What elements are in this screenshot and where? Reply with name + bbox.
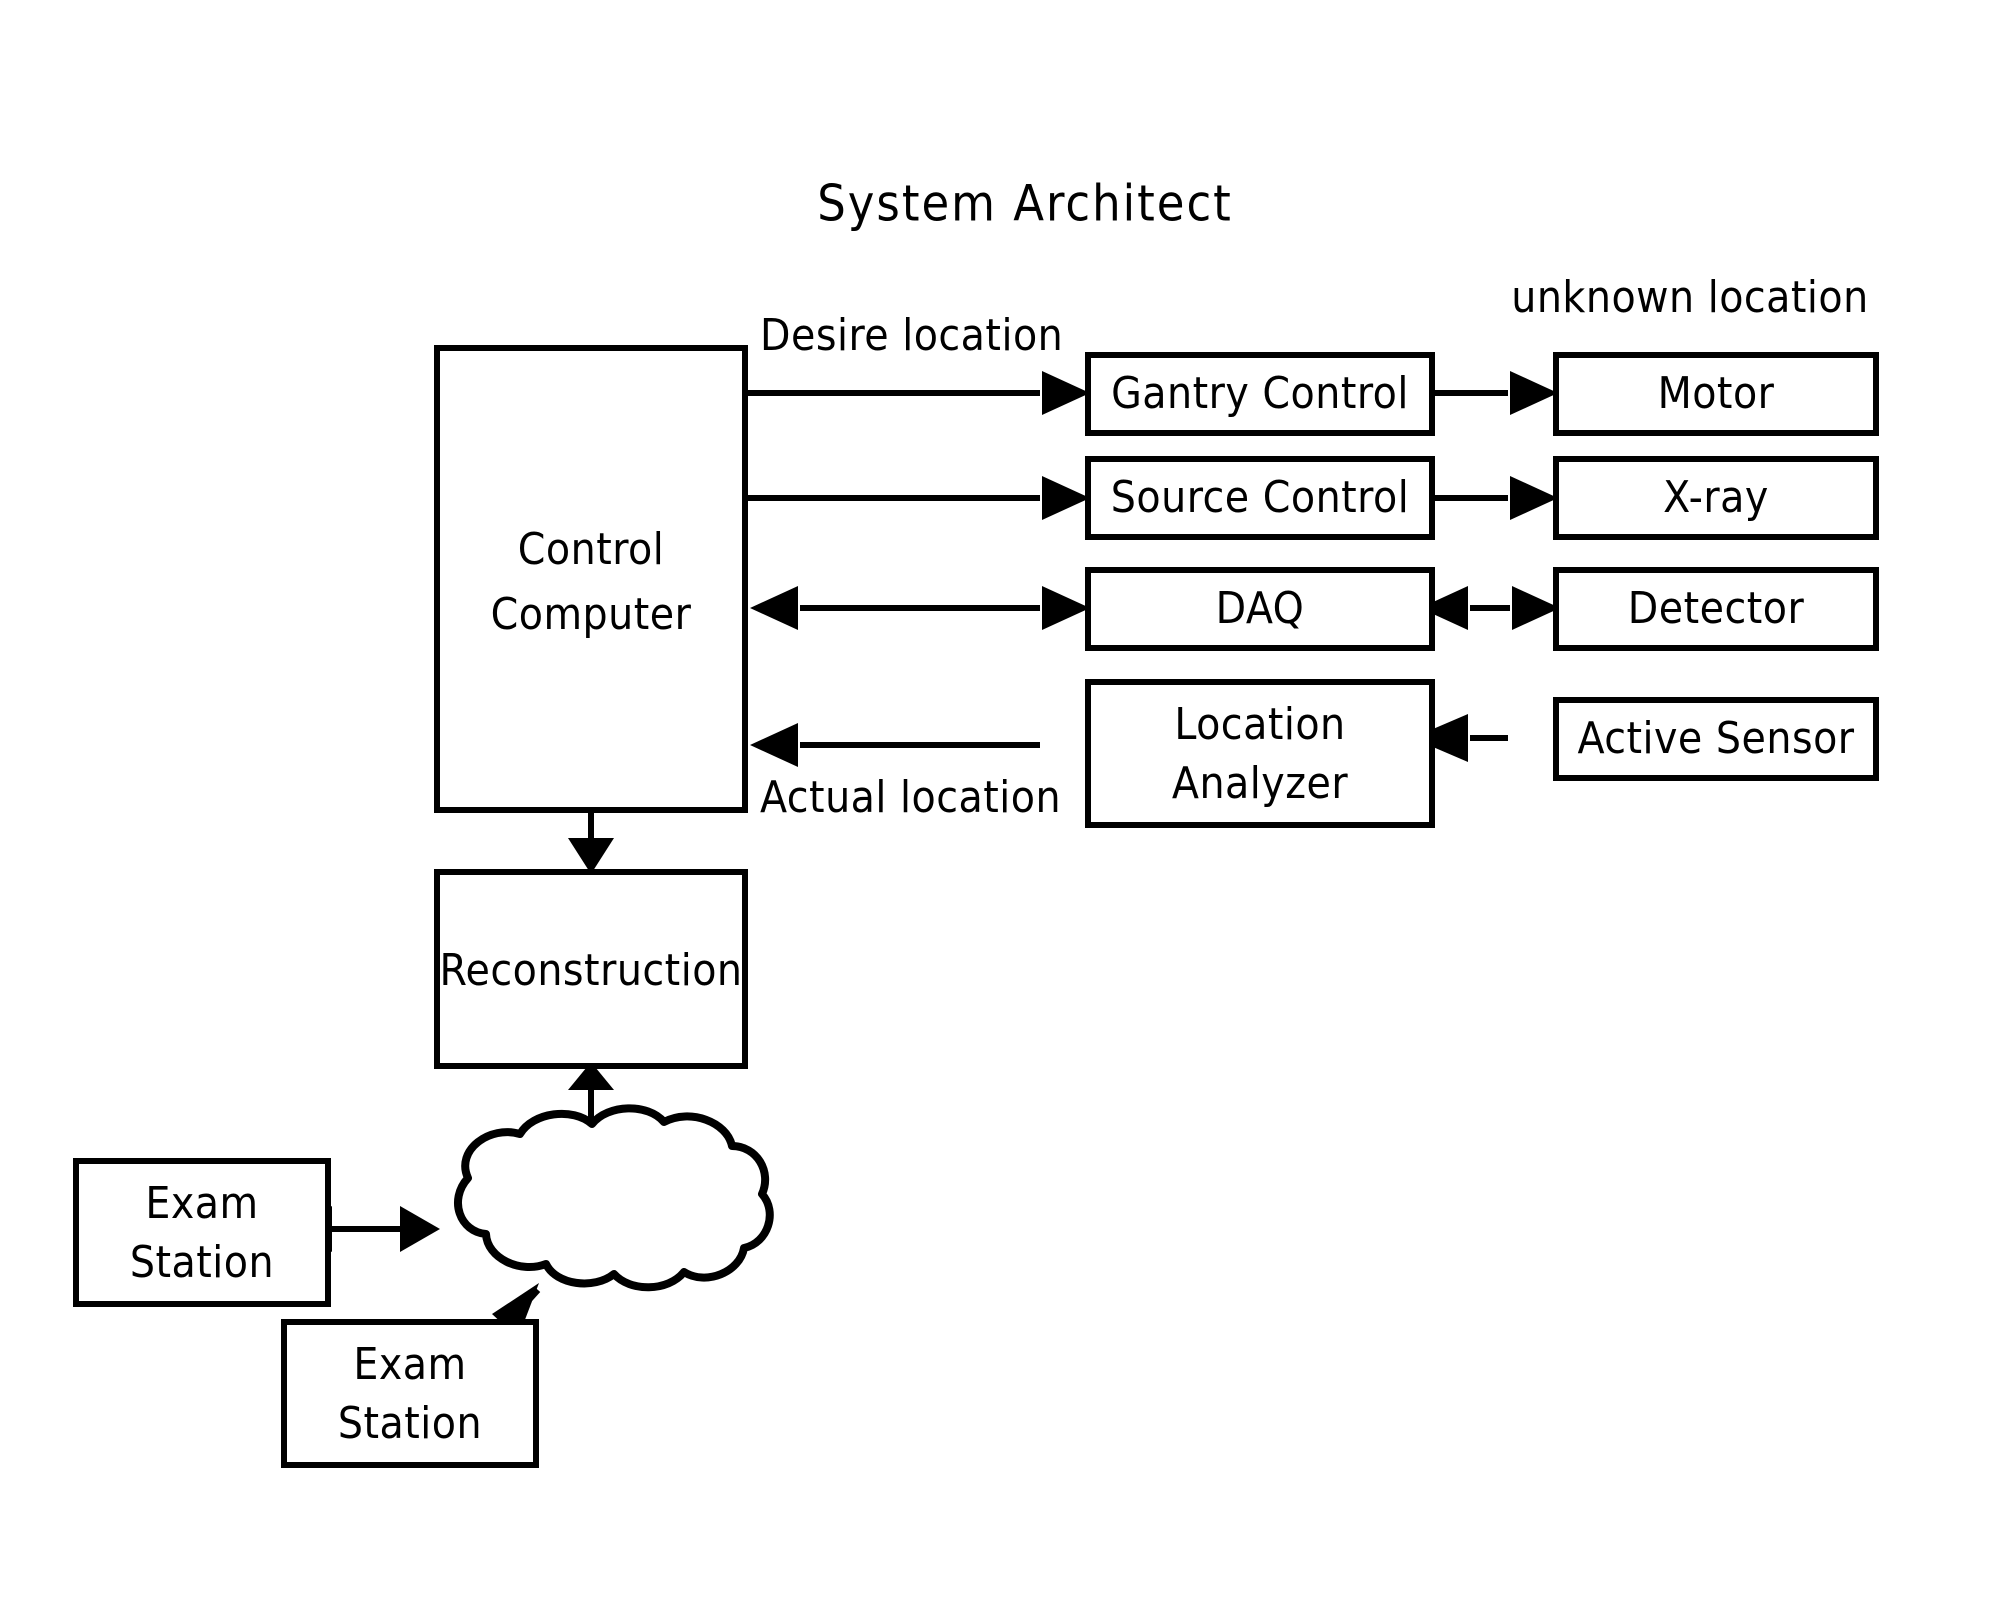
- node-control-computer-label-line1: Control: [518, 524, 664, 575]
- node-exam-station-1[interactable]: Exam Station: [73, 1158, 331, 1307]
- node-exam-station-2-label-line1: Exam: [353, 1339, 466, 1390]
- arrowhead-daq-in: [1042, 586, 1090, 630]
- system-architect-diagram: System Architect unknown location Desire…: [0, 0, 1993, 1603]
- node-control-computer-label-line2: Computer: [491, 589, 692, 640]
- node-xray-label: X-ray: [1663, 472, 1769, 523]
- label-desire-location: Desire location: [760, 310, 1063, 361]
- arrowhead-source-control-in: [1042, 476, 1090, 520]
- diagram-canvas: System Architect unknown location Desire…: [0, 0, 1993, 1603]
- node-motor-label: Motor: [1658, 368, 1775, 419]
- arrowhead-reconstruction-in: [568, 838, 614, 874]
- arrowhead-control-computer-from-daq: [750, 586, 798, 630]
- arrowhead-motor-in: [1510, 371, 1558, 415]
- node-detector[interactable]: Detector: [1553, 567, 1879, 651]
- page-title: System Architect: [817, 175, 1233, 233]
- arrowhead-gantry-control-in: [1042, 371, 1090, 415]
- node-exam-station-1-label-line1: Exam: [145, 1178, 258, 1229]
- node-active-sensor[interactable]: Active Sensor: [1553, 697, 1879, 781]
- node-source-control-label: Source Control: [1111, 472, 1409, 523]
- node-reconstruction-label: Reconstruction: [439, 945, 742, 996]
- node-location-analyzer[interactable]: Location Analyzer: [1085, 679, 1435, 828]
- node-exam-station-2-label-line2: Station: [338, 1398, 482, 1449]
- node-gantry-control-label: Gantry Control: [1111, 368, 1409, 419]
- node-daq[interactable]: DAQ: [1085, 567, 1435, 651]
- arrowhead-xray-in: [1510, 476, 1558, 520]
- node-reconstruction[interactable]: Reconstruction: [434, 869, 748, 1069]
- node-location-analyzer-label-line2: Analyzer: [1172, 758, 1348, 809]
- node-source-control[interactable]: Source Control: [1085, 456, 1435, 540]
- node-motor[interactable]: Motor: [1553, 352, 1879, 436]
- node-gantry-control[interactable]: Gantry Control: [1085, 352, 1435, 436]
- label-unknown-location: unknown location: [1511, 272, 1869, 323]
- node-detector-label: Detector: [1628, 583, 1805, 634]
- node-xray[interactable]: X-ray: [1553, 456, 1879, 540]
- arrowhead-control-computer-from-analyzer: [750, 723, 798, 767]
- node-daq-label: DAQ: [1216, 583, 1305, 634]
- node-exam-station-2[interactable]: Exam Station: [281, 1319, 539, 1468]
- label-actual-location: Actual location: [760, 772, 1061, 823]
- node-location-analyzer-label-line1: Location: [1174, 699, 1345, 750]
- network-cloud: [454, 1104, 774, 1292]
- node-exam-station-1-label-line2: Station: [130, 1237, 274, 1288]
- node-control-computer[interactable]: Control Computer: [434, 345, 748, 813]
- node-control-computer-box: [434, 345, 748, 813]
- arrowhead-detector-in: [1512, 586, 1560, 630]
- node-active-sensor-label: Active Sensor: [1577, 713, 1854, 764]
- arrowhead-cloud-from-exam-station-1: [400, 1206, 440, 1252]
